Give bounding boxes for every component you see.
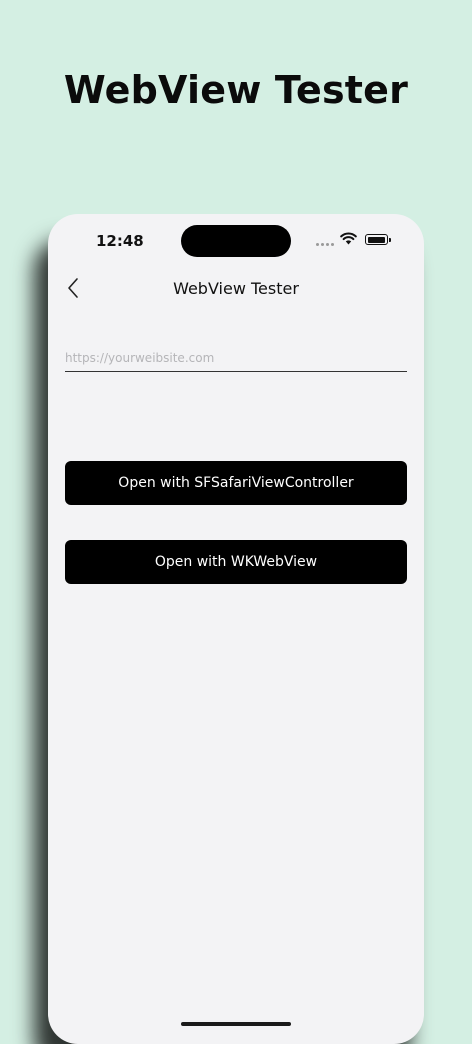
open-wkwebview-button[interactable]: Open with WKWebView <box>65 540 407 584</box>
wifi-icon <box>340 232 357 245</box>
url-input[interactable] <box>65 348 407 372</box>
phone-frame: 12:48 WebView Tester Open with SFSafariV… <box>48 214 424 1044</box>
battery-level <box>367 236 385 243</box>
home-indicator[interactable] <box>181 1022 291 1026</box>
battery-icon <box>365 234 388 245</box>
cellular-signal-icon <box>316 243 334 246</box>
nav-title: WebView Tester <box>173 279 299 298</box>
status-time: 12:48 <box>96 232 144 250</box>
dynamic-island <box>181 225 291 257</box>
promo-title: WebView Tester <box>63 68 409 112</box>
battery-tip <box>389 238 391 242</box>
open-sfsafari-button[interactable]: Open with SFSafariViewController <box>65 461 407 505</box>
